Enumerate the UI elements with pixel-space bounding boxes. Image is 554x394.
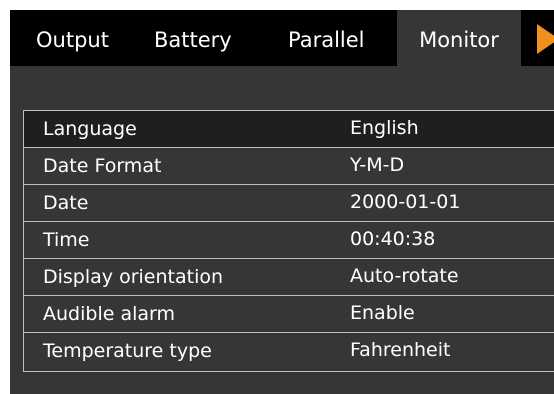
setting-label: Display orientation [43,266,224,288]
tab-bar: Output Battery Parallel Monitor [10,10,554,67]
setting-label: Date Format [43,155,162,177]
play-arrow-icon[interactable] [537,24,554,54]
setting-row-temperature-type[interactable]: Temperature type Fahrenheit [24,333,554,370]
tab-parallel[interactable]: Parallel [288,10,365,66]
setting-label: Time [43,229,90,251]
setting-value: Y-M-D [350,154,405,176]
setting-row-audible-alarm[interactable]: Audible alarm Enable [24,296,554,333]
setting-row-language[interactable]: Language English [24,111,554,148]
setting-row-display-orientation[interactable]: Display orientation Auto-rotate [24,259,554,296]
tab-output[interactable]: Output [36,10,109,66]
setting-value: Enable [350,302,415,324]
tab-monitor[interactable]: Monitor [397,10,521,67]
settings-list: Language English Date Format Y-M-D Date … [23,110,554,372]
settings-screen: Output Battery Parallel Monitor Language… [10,10,554,394]
setting-value: Fahrenheit [350,339,451,361]
tab-battery[interactable]: Battery [154,10,232,66]
setting-value: 2000-01-01 [350,191,461,213]
setting-row-date-format[interactable]: Date Format Y-M-D [24,148,554,185]
setting-label: Language [43,118,137,140]
setting-value: 00:40:38 [350,228,436,250]
setting-row-date[interactable]: Date 2000-01-01 [24,185,554,222]
setting-label: Date [43,192,89,214]
setting-row-time[interactable]: Time 00:40:38 [24,222,554,259]
setting-label: Audible alarm [43,303,175,325]
setting-value: Auto-rotate [350,265,459,287]
setting-label: Temperature type [43,340,212,362]
setting-value: English [350,117,419,139]
